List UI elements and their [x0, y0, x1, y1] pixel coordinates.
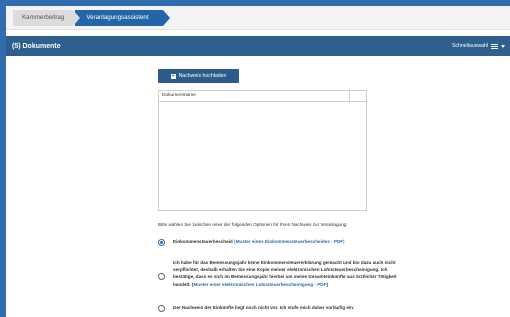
- section-title: (5) Dokumente: [12, 42, 61, 50]
- menu-icon: [491, 43, 498, 50]
- page-frame: Kammerbeitrag Veranlagungsassistent (5) …: [6, 6, 510, 317]
- upload-proof-label: Nachweis hochladen: [178, 73, 227, 79]
- sample-wage-tax-certificate-link[interactable]: Muster einer elektronischen Lohnsteuerbe…: [193, 282, 326, 287]
- option-provisional-classification[interactable]: Der Nachweis der Einkünfte liegt noch ni…: [158, 305, 354, 312]
- option-income-tax-assessment-label: Einkommensteuerbescheid: [173, 239, 233, 244]
- plus-icon: +: [170, 72, 176, 79]
- radio-provisional-classification[interactable]: [158, 305, 165, 312]
- instruction-text: Bitte wählen Sie zwischen einer der folg…: [158, 222, 348, 227]
- sample-tax-assessment-link[interactable]: Muster eines Einkommensteuerbescheides -…: [236, 239, 343, 244]
- radio-income-tax-assessment[interactable]: [158, 239, 165, 246]
- breadcrumb-veranlagungsassistent[interactable]: Veranlagungsassistent: [75, 9, 170, 26]
- column-header-actions: [350, 91, 366, 101]
- breadcrumb-kammerbeitrag[interactable]: Kammerbeitrag: [13, 9, 81, 26]
- upload-proof-button[interactable]: + Nachweis hochladen: [158, 69, 239, 83]
- option-wage-tax-certificate[interactable]: Ich habe für das Bemessungsjahr keine Ei…: [158, 259, 403, 288]
- option-income-tax-assessment[interactable]: Einkommensteuerbescheid (Muster eines Ei…: [158, 239, 345, 246]
- chevron-down-icon: [501, 44, 505, 48]
- column-header-document-name: Dokumentname: [159, 91, 350, 101]
- quick-select-label: Schnellauswahl: [451, 43, 488, 49]
- section-header: (5) Dokumente Schnellauswahl: [6, 36, 510, 56]
- option-provisional-classification-text: Der Nachweis der Einkünfte liegt noch ni…: [173, 305, 355, 310]
- table-header: Dokumentname: [159, 91, 366, 102]
- radio-wage-tax-certificate[interactable]: [158, 273, 165, 280]
- documents-table: Dokumentname: [158, 90, 367, 211]
- breadcrumb: Kammerbeitrag Veranlagungsassistent: [6, 6, 510, 30]
- quick-select-menu[interactable]: Schnellauswahl: [452, 43, 510, 50]
